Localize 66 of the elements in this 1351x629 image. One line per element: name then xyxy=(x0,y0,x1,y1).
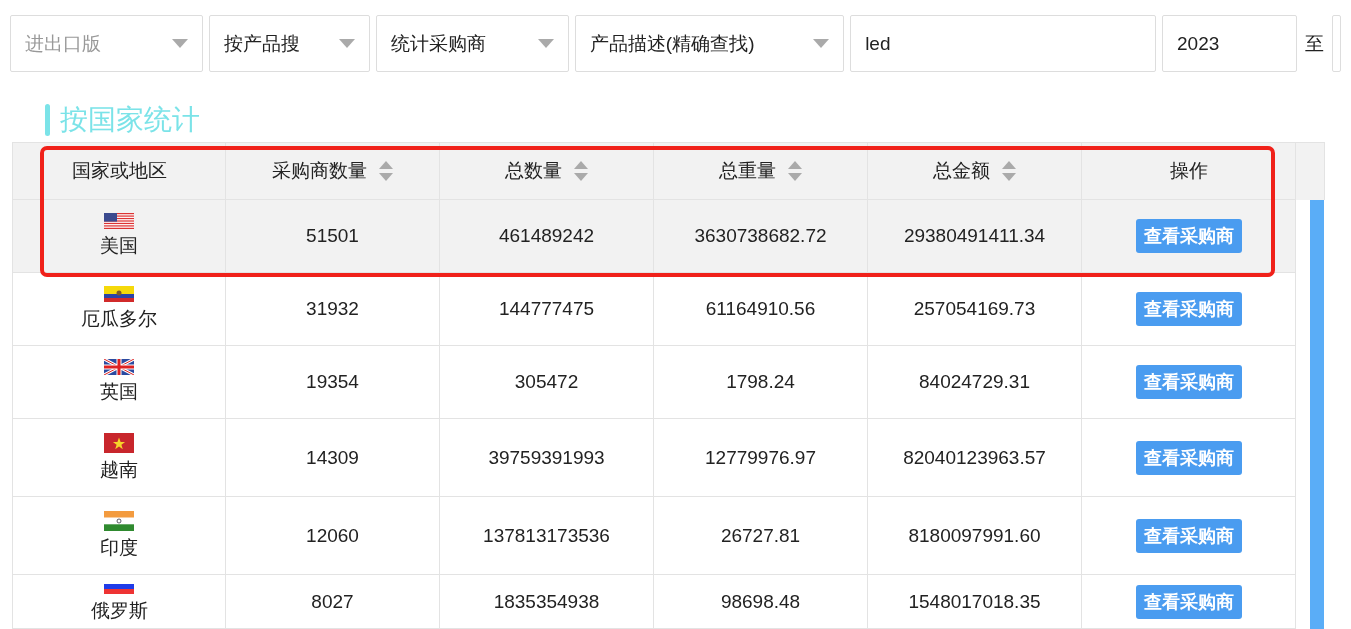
table-cell: 305472 xyxy=(514,371,579,393)
table-row[interactable]: 越南 14309 39759391993 12779976.97 82040123963.57 查看采购商 xyxy=(12,419,1296,497)
table-row[interactable]: 英国 19354 305472 1798.24 84024729.31 查看采购商 xyxy=(12,346,1296,419)
table-cell: 14309 xyxy=(306,446,359,469)
column-header[interactable]: 总数量 xyxy=(440,142,654,200)
accent-bar xyxy=(45,104,50,136)
table-cell: 1548017018.35 xyxy=(908,590,1041,613)
caret-icon xyxy=(537,39,554,48)
country-name: 俄罗斯 xyxy=(90,598,148,623)
dropdown[interactable]: 按产品搜 xyxy=(209,15,370,72)
table-cell: 61164910.56 xyxy=(705,298,816,320)
table-cell: 8180097991.60 xyxy=(908,524,1041,547)
input-field[interactable]: led xyxy=(850,15,1156,72)
table-cell: 144777475 xyxy=(498,298,595,320)
flag-icon xyxy=(104,286,134,302)
flag-icon xyxy=(104,359,134,375)
country-name: 厄瓜多尔 xyxy=(81,307,157,331)
header-corner xyxy=(1296,142,1325,200)
table-cell: 12779976.97 xyxy=(705,446,816,469)
dropdown[interactable]: 产品描述(精确查找) xyxy=(574,15,845,72)
sort-icon[interactable] xyxy=(379,161,393,181)
table-cell: 461489242 xyxy=(498,225,595,247)
caret-icon xyxy=(813,39,830,48)
input-field[interactable] xyxy=(1332,15,1341,72)
table-row[interactable]: 印度 12060 137813173536 26727.81 8180097991.60 查看采购商 xyxy=(12,497,1296,575)
dropdown[interactable]: 统计采购商 xyxy=(375,15,569,72)
table-cell: 31932 xyxy=(306,298,359,320)
table-cell: 3630738682.72 xyxy=(694,225,827,247)
sort-icon[interactable] xyxy=(788,161,802,181)
country-name: 英国 xyxy=(100,380,138,404)
table-cell: 29380491411.34 xyxy=(903,225,1046,247)
table-row[interactable]: 俄罗斯 8027 1835354938 98698.48 1548017018.35 查看采购商 xyxy=(12,575,1296,629)
sort-icon[interactable] xyxy=(1002,161,1016,181)
table-cell: 98698.48 xyxy=(720,590,801,613)
column-header[interactable]: 采购商数量 xyxy=(226,142,440,200)
table-cell: 26727.81 xyxy=(720,524,801,547)
table-cell: 84024729.31 xyxy=(919,371,1030,393)
input-field[interactable]: 2023 xyxy=(1162,15,1297,72)
table-row[interactable]: 美国 51501 461489242 3630738682.72 29380491411.34 查看采购商 xyxy=(12,200,1296,273)
scrollbar-thumb[interactable] xyxy=(1310,200,1324,629)
table-cell: 1798.24 xyxy=(726,371,795,393)
country-name: 印度 xyxy=(100,535,138,560)
caret-icon xyxy=(338,39,355,48)
flag-icon xyxy=(104,510,134,531)
table-cell: 82040123963.57 xyxy=(903,446,1046,469)
table-cell: 257054169.73 xyxy=(913,298,1036,320)
country-name: 越南 xyxy=(100,457,138,482)
flag-icon xyxy=(104,432,134,453)
table-cell: 137813173536 xyxy=(483,524,610,547)
table-cell: 1835354938 xyxy=(493,590,600,613)
column-header: 国家或地区 xyxy=(12,142,226,200)
table-cell: 12060 xyxy=(306,524,359,547)
column-header[interactable]: 总金额 xyxy=(868,142,1082,200)
table-cell: 51501 xyxy=(306,225,359,247)
table-cell: 8027 xyxy=(311,590,354,613)
table-cell: 39759391993 xyxy=(488,446,605,469)
country-name: 美国 xyxy=(100,234,138,258)
table-cell: 19354 xyxy=(306,371,359,393)
sort-icon[interactable] xyxy=(574,161,588,181)
range-label: 至 xyxy=(1305,31,1324,56)
flag-icon xyxy=(104,213,134,229)
section-title: 按国家统计 xyxy=(60,103,200,137)
caret-icon xyxy=(172,39,189,48)
table-row[interactable]: 厄瓜多尔 31932 144777475 61164910.56 257054169.73 查看采购商 xyxy=(12,273,1296,346)
column-header: 操作 xyxy=(1082,142,1296,200)
column-header[interactable]: 总重量 xyxy=(654,142,868,200)
